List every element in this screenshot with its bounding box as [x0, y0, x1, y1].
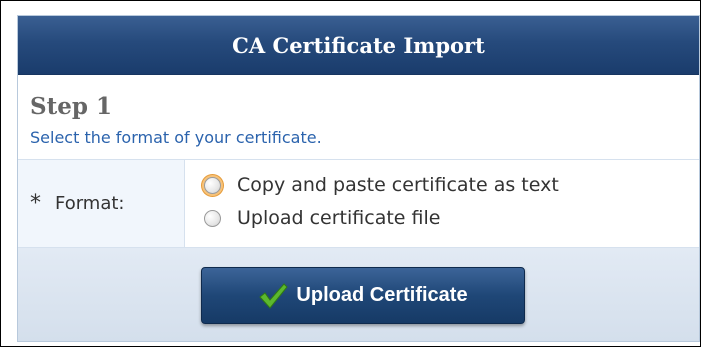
step-title: Step 1 — [30, 93, 112, 120]
radio-paste-text[interactable] — [204, 176, 221, 194]
format-label: Format: — [55, 193, 125, 214]
window-frame: CA Certificate Import Step 1 Select the … — [0, 0, 701, 347]
format-option-label: Upload certificate file — [237, 207, 441, 229]
panel-title: CA Certificate Import — [232, 32, 485, 58]
radio-upload-file[interactable] — [204, 209, 221, 227]
action-bar: Upload Certificate — [18, 248, 699, 341]
format-option-upload-file[interactable]: Upload certificate file — [204, 207, 440, 229]
certificate-import-panel: CA Certificate Import Step 1 Select the … — [17, 15, 700, 342]
format-label-cell: * Format: — [18, 160, 185, 247]
format-option-paste-text[interactable]: Copy and paste certificate as text — [204, 174, 559, 196]
step-section: Step 1 Select the format of your certifi… — [18, 75, 699, 160]
format-option-label: Copy and paste certificate as text — [237, 174, 559, 196]
panel-header: CA Certificate Import — [18, 16, 699, 75]
step-description: Select the format of your certificate. — [30, 128, 322, 147]
upload-certificate-label: Upload Certificate — [296, 284, 468, 306]
upload-certificate-button[interactable]: Upload Certificate — [201, 267, 525, 324]
checkmark-icon — [259, 282, 289, 309]
format-row: * Format: Copy and paste certificate as … — [18, 160, 699, 248]
format-options: Copy and paste certificate as text Uploa… — [186, 160, 699, 247]
required-marker: * — [30, 191, 41, 216]
